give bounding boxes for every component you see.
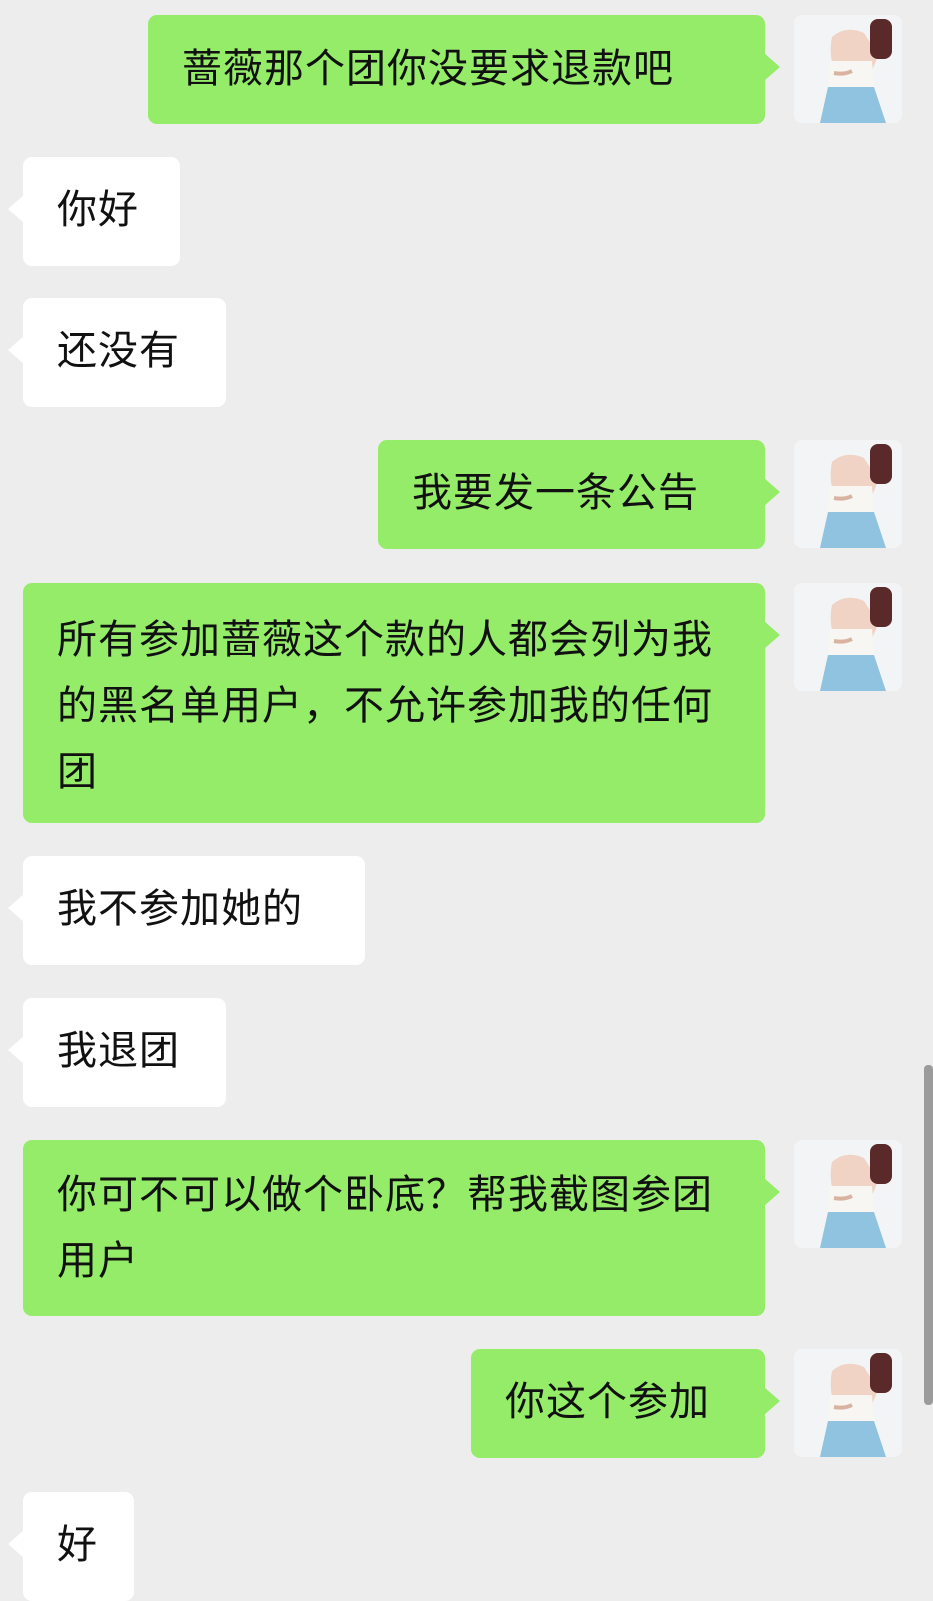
- message-bubble-outgoing[interactable]: 你可不可以做个卧底？帮我截图参团用户: [23, 1140, 780, 1316]
- scrollbar[interactable]: [924, 1065, 933, 1405]
- user-photo-avatar-icon: [794, 440, 902, 548]
- message-text: 好: [57, 1522, 98, 1568]
- user-photo-avatar-icon: [794, 1140, 902, 1248]
- message-bubble-incoming[interactable]: 你好: [8, 157, 180, 266]
- avatar[interactable]: [794, 440, 902, 548]
- message-bubble-outgoing[interactable]: 蔷薇那个团你没要求退款吧: [148, 15, 780, 124]
- message-text: 所有参加蔷薇这个款的人都会列为我的黑名单用户，不允许参加我的任何团: [57, 617, 713, 795]
- avatar[interactable]: [794, 1140, 902, 1248]
- message-bubble-incoming[interactable]: 还没有: [8, 298, 226, 407]
- message-bubble-incoming[interactable]: 我不参加她的: [8, 856, 365, 965]
- message-bubble-incoming[interactable]: 我退团: [8, 998, 226, 1107]
- chat-message-list[interactable]: 蔷薇那个团你没要求退款吧 你好 还没有 我要发一条公告 所有参加蔷薇这个款的人都…: [0, 0, 933, 1601]
- avatar[interactable]: [794, 15, 902, 123]
- message-text: 你好: [57, 187, 139, 233]
- avatar[interactable]: [794, 583, 902, 691]
- message-bubble-outgoing[interactable]: 所有参加蔷薇这个款的人都会列为我的黑名单用户，不允许参加我的任何团: [23, 583, 780, 823]
- message-text: 还没有: [57, 328, 180, 374]
- user-photo-avatar-icon: [794, 583, 902, 691]
- message-text: 你可不可以做个卧底？帮我截图参团用户: [57, 1172, 713, 1284]
- message-text: 蔷薇那个团你没要求退款吧: [182, 46, 674, 92]
- message-bubble-incoming[interactable]: 好: [8, 1492, 134, 1601]
- message-bubble-outgoing[interactable]: 我要发一条公告: [378, 440, 780, 549]
- user-photo-avatar-icon: [794, 15, 902, 123]
- message-text: 我退团: [57, 1028, 180, 1074]
- user-photo-avatar-icon: [794, 1349, 902, 1457]
- message-text: 你这个参加: [505, 1379, 710, 1425]
- message-bubble-outgoing[interactable]: 你这个参加: [471, 1349, 780, 1458]
- message-text: 我要发一条公告: [412, 470, 699, 516]
- avatar[interactable]: [794, 1349, 902, 1457]
- message-text: 我不参加她的: [57, 886, 303, 932]
